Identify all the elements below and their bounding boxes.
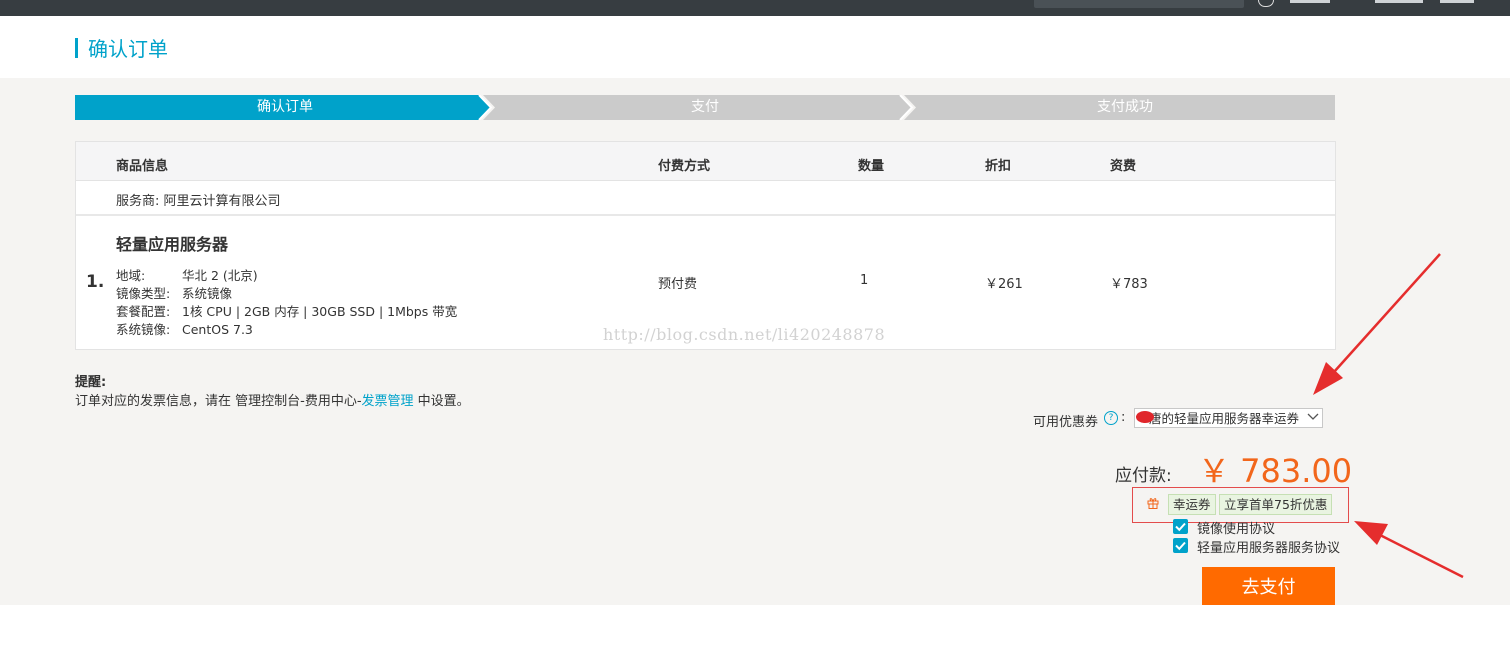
col-fee: 资费: [1110, 159, 1137, 174]
check-icon: [1175, 522, 1186, 532]
product-name: 轻量应用服务器: [116, 235, 229, 254]
topbar-search[interactable]: [1034, 0, 1244, 8]
title-accent-bar: [75, 38, 78, 58]
promo-tag-lucky-coupon: 幸运券: [1168, 494, 1216, 515]
notice-title: 提醒:: [75, 375, 107, 390]
step-confirm-order: 确认订单: [257, 99, 313, 115]
cell-quantity: 1: [860, 273, 869, 288]
spec-region: 地域: 华北 2 (北京): [116, 265, 258, 284]
topbar-item[interactable]: [1440, 0, 1474, 3]
col-billing: 付费方式: [658, 159, 711, 174]
topbar-item[interactable]: [1375, 0, 1423, 3]
spec-key: 系统镜像:: [116, 322, 171, 337]
vendor-name: 服务商: 阿里云计算有限公司: [116, 194, 281, 209]
col-quantity: 数量: [858, 159, 885, 174]
spec-value: 华北 2 (北京): [182, 268, 258, 283]
spec-key: 套餐配置:: [116, 304, 171, 319]
coupon-colon: :: [1121, 410, 1126, 425]
check-icon: [1175, 541, 1186, 551]
watermark: http://blog.csdn.net/li420248878: [603, 325, 886, 344]
spec-value: CentOS 7.3: [182, 322, 253, 337]
agreement-label-service[interactable]: 轻量应用服务器服务协议: [1197, 537, 1340, 556]
page-bottom: [0, 605, 1510, 648]
topbar-item[interactable]: [1290, 0, 1330, 3]
help-icon[interactable]: ?: [1104, 411, 1118, 425]
promo-tag-first-order: 立享首单75折优惠: [1219, 494, 1333, 515]
vendor-row: 服务商: 阿里云计算有限公司: [76, 181, 1335, 216]
invoice-management-link[interactable]: 发票管理: [362, 394, 414, 409]
step-pay-success: 支付成功: [1097, 99, 1153, 115]
page-title: 确认订单: [88, 37, 168, 61]
agreement-label-image[interactable]: 镜像使用协议: [1197, 518, 1275, 537]
chevron-down-icon[interactable]: [1306, 409, 1320, 425]
row-index: 1.: [86, 272, 105, 292]
coupon-label: 可用优惠券: [1033, 415, 1099, 430]
spec-key: 地域:: [116, 268, 146, 283]
agreement-checkbox-service[interactable]: [1173, 538, 1188, 553]
notice-text-before: 订单对应的发票信息，请在 管理控制台-费用中心-: [75, 394, 362, 409]
agreement-checkbox-image[interactable]: [1173, 519, 1188, 534]
order-steps: 确认订单 支付 支付成功: [75, 95, 1335, 120]
cell-fee: ￥783: [1110, 277, 1148, 292]
topbar-help-icon[interactable]: [1258, 0, 1274, 7]
total-amount: ￥ 783.00: [1198, 452, 1353, 490]
col-discount: 折扣: [985, 159, 1012, 174]
notice-text: 订单对应的发票信息，请在 管理控制台-费用中心-发票管理 中设置。: [75, 390, 470, 409]
spec-image-type: 镜像类型: 系统镜像: [116, 283, 232, 302]
console-topbar: [0, 0, 1510, 16]
pay-button[interactable]: 去支付: [1202, 567, 1335, 605]
step-pay: 支付: [691, 99, 719, 115]
notice-text-after: 中设置。: [413, 394, 470, 409]
spec-package: 套餐配置: 1核 CPU | 2GB 内存 | 30GB SSD | 1Mbps …: [116, 301, 457, 320]
col-product: 商品信息: [116, 159, 169, 174]
gift-icon: [1147, 498, 1159, 509]
table-header: 商品信息 付费方式 数量 折扣 资费: [76, 142, 1335, 181]
cell-billing: 预付费: [658, 277, 698, 292]
page-header: [0, 16, 1510, 78]
spec-value: 1核 CPU | 2GB 内存 | 30GB SSD | 1Mbps 带宽: [182, 304, 458, 319]
spec-value: 系统镜像: [182, 286, 233, 301]
order-table: 商品信息 付费方式 数量 折扣 资费 服务商: 阿里云计算有限公司 1. 轻量应…: [75, 141, 1336, 350]
coupon-select[interactable]: 唐的轻量应用服务器幸运券: [1134, 408, 1323, 428]
total-label: 应付款:: [1115, 466, 1172, 486]
spec-os-image: 系统镜像: CentOS 7.3: [116, 319, 253, 338]
cell-discount: ￥261: [985, 277, 1023, 292]
spec-key: 镜像类型:: [116, 286, 171, 301]
redaction-mark: [1136, 411, 1154, 423]
